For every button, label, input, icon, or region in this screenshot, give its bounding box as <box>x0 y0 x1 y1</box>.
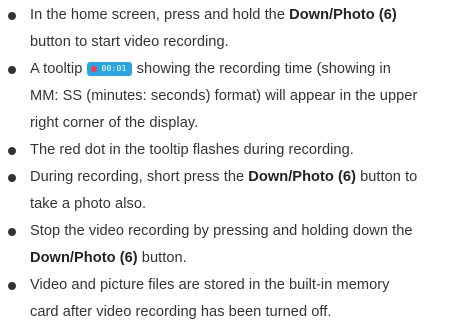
instruction-item-red-dot: The red dot in the tooltip flashes durin… <box>6 137 452 164</box>
instruction-item-storage: Video and picture files are stored in th… <box>6 272 452 326</box>
bullet-icon <box>8 12 16 20</box>
item5-text-cont: button. <box>137 250 187 266</box>
item4-text: During recording, short press the <box>30 169 249 185</box>
recording-dot-icon <box>91 66 98 72</box>
instruction-item-stop-recording: Stop the video recording by pressing and… <box>6 218 452 272</box>
instructions-document: In the home screen, press and hold the D… <box>0 0 458 320</box>
instruction-item-tooltip: A tooltip 00:01 showing the recording ti… <box>6 56 452 137</box>
item3-text: The red dot in the tooltip flashes durin… <box>30 142 354 158</box>
item6-text-line2: card after video recording has been turn… <box>30 304 332 320</box>
item4-text-cont: button to <box>355 169 418 185</box>
bullet-icon <box>8 147 16 155</box>
bullet-icon <box>8 174 16 182</box>
instruction-list: In the home screen, press and hold the D… <box>6 2 452 326</box>
item4-text-line2: take a photo also. <box>30 196 147 212</box>
down-photo-button-name: Down/Photo (6) <box>30 250 138 266</box>
item1-text: In the home screen, press and hold the <box>30 7 290 23</box>
instruction-item-take-photo: During recording, short press the Down/P… <box>6 164 452 218</box>
instruction-item-start-recording: In the home screen, press and hold the D… <box>6 2 452 56</box>
bullet-icon <box>8 66 16 74</box>
recording-time: 00:01 <box>101 64 127 73</box>
item2-text-line3: right corner of the display. <box>30 115 199 131</box>
item2-text-line2: MM: SS (minutes: seconds) format) will a… <box>30 88 418 104</box>
item2-text: A tooltip <box>30 61 87 77</box>
item5-text: Stop the video recording by pressing and… <box>30 223 413 239</box>
item1-text-cont: button to start video recording. <box>30 34 229 50</box>
down-photo-button-name: Down/Photo (6) <box>248 169 356 185</box>
item6-text: Video and picture files are stored in th… <box>30 277 390 293</box>
item2-text-cont: showing the recording time (showing in <box>132 61 391 77</box>
bullet-icon <box>8 282 16 290</box>
bullet-icon <box>8 228 16 236</box>
recording-tooltip-badge: 00:01 <box>87 62 132 76</box>
down-photo-button-name: Down/Photo (6) <box>289 7 397 23</box>
